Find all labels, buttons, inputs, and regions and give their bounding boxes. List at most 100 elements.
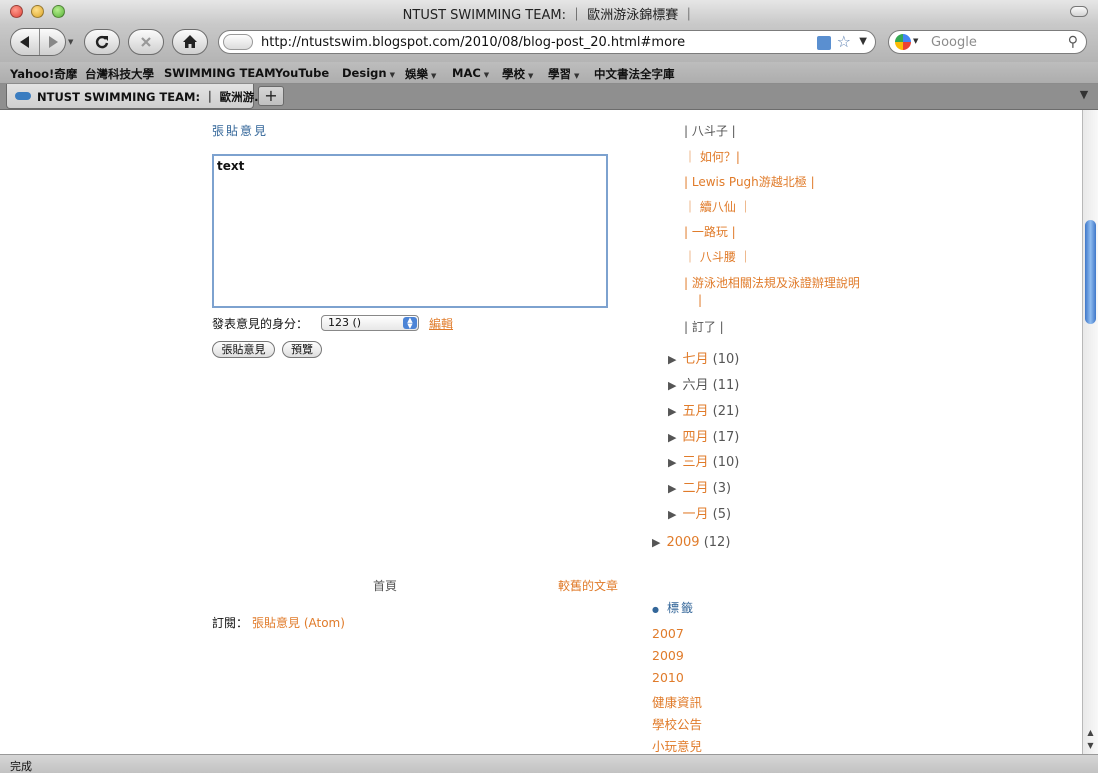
home-link[interactable]: 首頁: [373, 577, 397, 594]
month-count: (11): [712, 378, 740, 393]
scrollbar-thumb[interactable]: [1085, 220, 1096, 324]
month-count: (17): [712, 430, 740, 445]
bookmark-item[interactable]: 中文書法全字庫: [594, 66, 675, 82]
tab-list-menu-icon[interactable]: ▼: [1076, 88, 1092, 104]
older-posts-link[interactable]: 較舊的文章: [558, 577, 618, 594]
month-count: (21): [712, 404, 740, 419]
label-link[interactable]: 2009: [652, 648, 684, 663]
tab-strip: NTUST SWIMMING TEAM: ｜ 歐洲游... + ▼: [0, 84, 1098, 110]
label-link[interactable]: 2010: [652, 670, 684, 685]
month-count: (3): [712, 481, 732, 496]
window-title: NTUST SWIMMING TEAM: ｜ 歐洲游泳錦標賽 ｜: [402, 8, 696, 23]
identity-select[interactable]: 123 () ▲ ▼: [321, 315, 419, 331]
archive-month-item[interactable]: ▶ 一月 (5): [668, 503, 731, 522]
label-link[interactable]: 健康資訊: [652, 692, 702, 711]
archive-year-item[interactable]: ▶ 2009 (12): [652, 535, 730, 550]
labels-heading: ● 標籤: [652, 601, 695, 615]
url-history-dropdown-icon[interactable]: ▼: [859, 36, 867, 47]
month-link[interactable]: 二月: [682, 481, 708, 496]
month-link[interactable]: 七月: [682, 352, 708, 367]
atom-feed-link[interactable]: 張貼意見 (Atom): [252, 616, 345, 630]
bookmark-item[interactable]: 台灣科技大學: [85, 66, 154, 82]
archive-month-item[interactable]: ▶ 四月 (17): [668, 426, 739, 445]
month-count: (10): [712, 455, 740, 470]
back-button[interactable]: [11, 29, 39, 55]
reload-button[interactable]: [84, 29, 120, 55]
month-link[interactable]: 四月: [682, 430, 708, 445]
expand-triangle-icon[interactable]: ▶: [668, 482, 676, 495]
url-text: http://ntustswim.blogspot.com/2010/08/bl…: [261, 35, 686, 50]
archive-post-link[interactable]: | 訂了 |: [684, 318, 724, 335]
expand-triangle-icon[interactable]: ▶: [668, 508, 676, 521]
vertical-scrollbar[interactable]: ▲ ▼: [1082, 110, 1098, 754]
month-link[interactable]: 三月: [682, 455, 708, 470]
post-comment-button[interactable]: 張貼意見: [212, 341, 275, 358]
month-link[interactable]: 五月: [682, 404, 708, 419]
forward-arrow-icon: [49, 36, 58, 48]
navigation-toolbar: ▼ http://ntustswim.blogspot.com/2010/08/…: [0, 24, 1098, 62]
home-button[interactable]: [172, 29, 208, 55]
expand-triangle-icon[interactable]: ▶: [652, 536, 660, 549]
chevron-down-icon: ▼: [389, 71, 395, 79]
archive-post-link[interactable]: | Lewis Pugh游越北極 |: [684, 173, 815, 190]
subscribe-line: 訂閱： 張貼意見 (Atom): [212, 614, 345, 631]
edit-identity-link[interactable]: 編輯: [429, 315, 453, 332]
label-link[interactable]: 小玩意兒: [652, 736, 702, 754]
archive-post-link[interactable]: | 一路玩 |: [684, 223, 736, 240]
bookmark-folder[interactable]: 學習 ▼: [548, 66, 579, 82]
archive-month-item[interactable]: ▶ 六月 (11): [668, 374, 739, 393]
bookmark-folder[interactable]: Design ▼: [342, 66, 395, 80]
bookmark-star-icon[interactable]: ☆: [837, 32, 851, 51]
month-count: (10): [712, 352, 740, 367]
back-arrow-icon: [20, 36, 29, 48]
comment-textarea[interactable]: text: [212, 154, 608, 308]
year-link[interactable]: 2009: [666, 535, 699, 550]
search-bar[interactable]: ▼ Google ⚲: [888, 30, 1087, 54]
archive-post-link[interactable]: ｜ 續八仙 ｜: [684, 198, 752, 215]
bookmark-folder[interactable]: 娛樂 ▼: [405, 66, 436, 82]
label-link[interactable]: 學校公告: [652, 714, 702, 733]
rss-feed-icon[interactable]: [817, 36, 831, 50]
archive-post-link[interactable]: | 游泳池相關法規及泳證辦理說明: [684, 274, 860, 291]
chevron-down-icon: ▼: [574, 72, 580, 80]
bookmark-item[interactable]: YouTube: [275, 66, 329, 80]
bookmark-folder[interactable]: 學校 ▼: [502, 66, 533, 82]
site-identity-icon[interactable]: [223, 34, 253, 50]
history-dropdown-icon[interactable]: ▼: [68, 38, 73, 46]
archive-month-item[interactable]: ▶ 三月 (10): [668, 451, 739, 470]
bookmark-folder[interactable]: MAC ▼: [452, 66, 489, 80]
month-count: (5): [712, 507, 732, 522]
expand-triangle-icon[interactable]: ▶: [668, 456, 676, 469]
expand-triangle-icon[interactable]: ▶: [668, 431, 676, 444]
new-tab-button[interactable]: +: [258, 86, 284, 106]
archive-post-link[interactable]: ｜ 如何？|: [684, 148, 740, 165]
toolbar-toggle-button[interactable]: [1070, 6, 1088, 17]
bookmark-item[interactable]: Yahoo!奇摩: [10, 66, 77, 82]
search-engine-dropdown-icon[interactable]: ▼: [913, 37, 918, 45]
archive-post-link-continued[interactable]: |: [698, 293, 702, 307]
google-search-engine-icon[interactable]: [895, 34, 911, 50]
tab-active[interactable]: NTUST SWIMMING TEAM: ｜ 歐洲游...: [6, 84, 267, 109]
forward-button[interactable]: [39, 29, 67, 55]
address-bar[interactable]: http://ntustswim.blogspot.com/2010/08/bl…: [218, 30, 876, 54]
scroll-down-arrow-icon[interactable]: ▼: [1083, 739, 1098, 752]
bookmark-item[interactable]: SWIMMING TEAM: [164, 66, 276, 80]
preview-button[interactable]: 預覽: [282, 341, 322, 358]
expand-triangle-icon[interactable]: ▶: [668, 353, 676, 366]
month-link[interactable]: 六月: [682, 378, 708, 393]
archive-post-link[interactable]: | 八斗子 |: [684, 122, 736, 139]
archive-month-item[interactable]: ▶ 五月 (21): [668, 400, 739, 419]
bullet-icon: ●: [652, 605, 659, 614]
month-link[interactable]: 一月: [682, 507, 708, 522]
status-text: 完成: [10, 760, 32, 773]
archive-month-item[interactable]: ▶ 七月 (10): [668, 348, 739, 367]
search-magnifier-icon[interactable]: ⚲: [1068, 34, 1078, 50]
subscribe-label: 訂閱：: [212, 616, 249, 630]
label-link[interactable]: 2007: [652, 626, 684, 641]
expand-triangle-icon[interactable]: ▶: [668, 379, 676, 392]
archive-month-item[interactable]: ▶ 二月 (3): [668, 477, 731, 496]
scroll-up-arrow-icon[interactable]: ▲: [1083, 726, 1098, 739]
stop-button[interactable]: [128, 29, 164, 55]
archive-post-link[interactable]: ｜ 八斗腰 ｜: [684, 248, 752, 265]
expand-triangle-icon[interactable]: ▶: [668, 405, 676, 418]
